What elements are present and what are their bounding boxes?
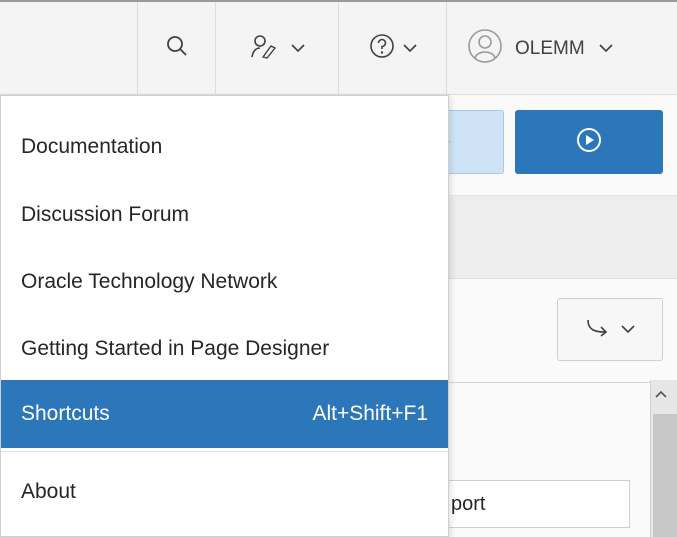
scroll-up-icon[interactable] [654,386,668,402]
help-dropdown-menu: Documentation Discussion Forum Oracle Te… [0,95,449,537]
menu-item-documentation[interactable]: Documentation [1,113,448,181]
developer-tools-icon [249,32,283,65]
chevron-down-icon [599,40,613,58]
top-toolbar: OLEMM [0,0,677,95]
menu-item-oracle-technology-network[interactable]: Oracle Technology Network [1,248,448,316]
menu-item-label: Discussion Forum [21,203,190,226]
menu-item-shortcuts[interactable]: Shortcuts Alt+Shift+F1 [1,380,448,448]
menu-item-label: Oracle Technology Network [21,270,278,293]
redirect-icon [585,317,613,342]
search-icon [165,34,189,63]
menu-item-discussion-forum[interactable]: Discussion Forum [1,181,448,249]
menu-item-label: Getting Started in Page Designer [21,337,330,360]
chevron-down-icon [621,321,635,339]
developer-tools-button[interactable] [215,2,338,95]
chevron-down-icon [291,40,305,58]
redirect-menu-button[interactable] [557,298,663,361]
chevron-down-icon [402,40,417,58]
help-icon [369,33,395,64]
report-field[interactable]: port [430,480,630,528]
menu-item-label: Shortcuts [21,402,110,425]
report-field-text: port [451,492,486,515]
divider [446,382,650,383]
menu-item-getting-started[interactable]: Getting Started in Page Designer [1,315,448,383]
scrollbar-thumb[interactable] [653,414,677,537]
run-page-button[interactable] [515,110,663,174]
user-menu-button[interactable]: OLEMM [446,2,677,95]
menu-divider [1,451,448,452]
user-name: OLEMM [515,37,585,59]
play-icon [576,127,602,158]
menu-item-shortcut: Alt+Shift+F1 [312,402,428,425]
search-button[interactable] [137,2,215,95]
menu-item-about[interactable]: About [1,458,448,526]
menu-item-label: Documentation [21,135,163,158]
help-menu-button[interactable] [338,2,446,95]
user-avatar-icon [467,28,503,69]
menu-item-label: About [21,480,76,503]
